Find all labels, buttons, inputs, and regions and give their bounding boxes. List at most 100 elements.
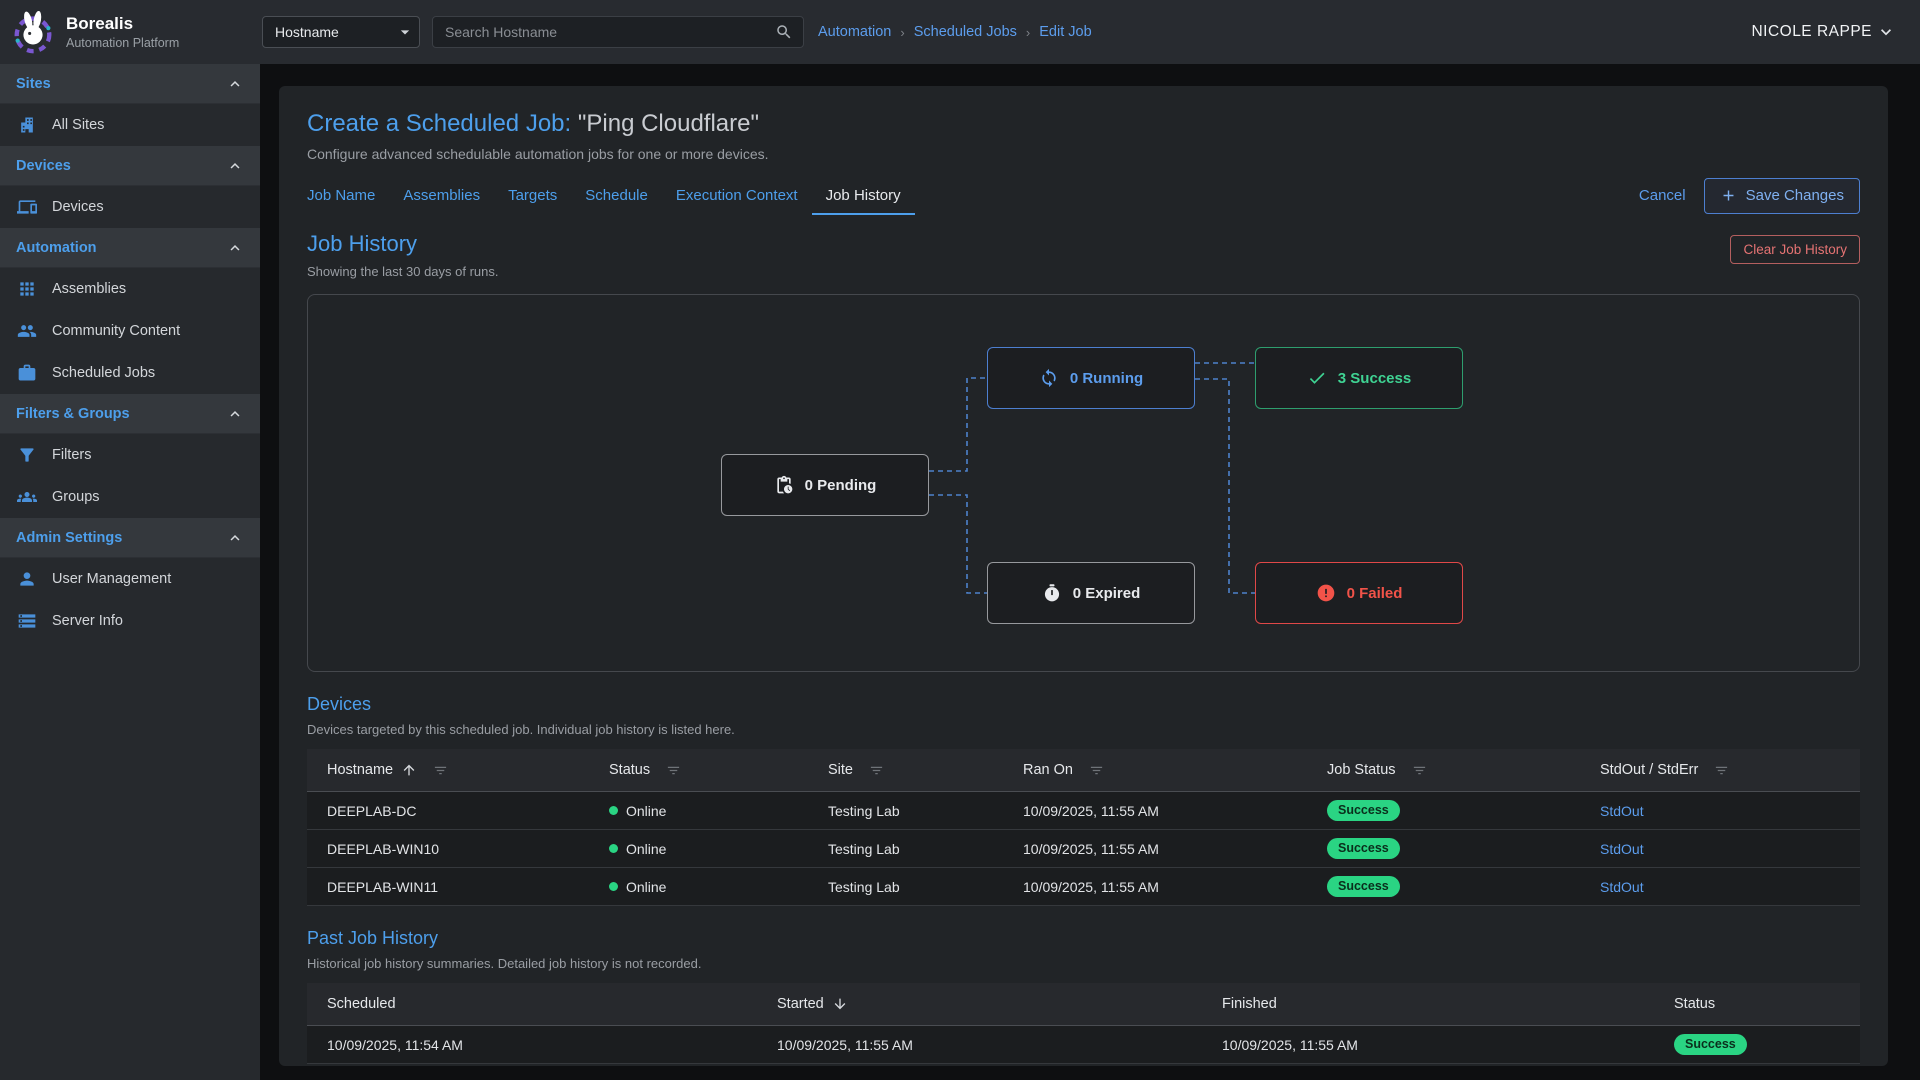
tab-schedule[interactable]: Schedule <box>571 176 662 215</box>
stdout-link[interactable]: StdOut <box>1600 803 1644 819</box>
sidebar-item-community-content[interactable]: Community Content <box>0 310 260 352</box>
past-column-finished[interactable]: Finished <box>1202 996 1654 1012</box>
user-menu[interactable]: NICOLE RAPPE <box>1751 22 1896 42</box>
chevron-up-icon <box>226 75 244 93</box>
sidebar-item-devices[interactable]: Devices <box>0 186 260 228</box>
sidebar-item-groups[interactable]: Groups <box>0 476 260 518</box>
stdout-link[interactable]: StdOut <box>1600 879 1644 895</box>
job-history-header: Job History Showing the last 30 days of … <box>307 231 1860 279</box>
devices-column-stdout-stderr[interactable]: StdOut / StdErr <box>1580 762 1860 778</box>
sort-down-icon <box>832 996 848 1012</box>
status-cell: Online <box>589 841 808 857</box>
success-badge: Success <box>1327 838 1400 859</box>
sidebar-item-label: Community Content <box>52 323 180 339</box>
past-column-started[interactable]: Started <box>757 996 1202 1012</box>
tabs-row: Job NameAssembliesTargetsScheduleExecuti… <box>293 176 1860 215</box>
stdout-link[interactable]: StdOut <box>1600 841 1644 857</box>
past-history-table: ScheduledStartedFinishedStatus 10/09/202… <box>307 983 1860 1064</box>
device-row-deeplab-dc: DEEPLAB-DCOnlineTesting Lab10/09/2025, 1… <box>307 792 1860 830</box>
job-history-subtitle: Showing the last 30 days of runs. <box>307 264 499 279</box>
stdout-cell: StdOut <box>1580 879 1860 895</box>
user-name: NICOLE RAPPE <box>1751 23 1872 41</box>
breadcrumb-separator: › <box>900 25 904 40</box>
column-filter-icon[interactable] <box>433 763 448 778</box>
hostname-select[interactable]: Hostname <box>262 16 420 48</box>
tab-execution-context[interactable]: Execution Context <box>662 176 812 215</box>
community-icon <box>17 321 37 341</box>
column-filter-icon[interactable] <box>869 763 884 778</box>
brand: Borealis Automation Platform <box>0 0 260 64</box>
devices-icon <box>17 197 37 217</box>
page-title: Create a Scheduled Job: "Ping Cloudflare… <box>307 86 1860 138</box>
stdout-cell: StdOut <box>1580 803 1860 819</box>
devices-column-hostname[interactable]: Hostname <box>307 762 589 778</box>
flow-node-failed: 0 Failed <box>1255 562 1463 624</box>
hostname-cell: DEEPLAB-DC <box>307 803 589 819</box>
section-label: Filters & Groups <box>16 406 130 422</box>
section-label: Automation <box>16 240 97 256</box>
past-column-scheduled[interactable]: Scheduled <box>307 996 757 1012</box>
grid-icon <box>17 279 37 299</box>
section-label: Devices <box>16 158 71 174</box>
breadcrumb-link-edit-job[interactable]: Edit Job <box>1039 24 1091 40</box>
breadcrumb-link-automation[interactable]: Automation <box>818 24 891 40</box>
section-label: Admin Settings <box>16 530 122 546</box>
filter-icon <box>17 445 37 465</box>
sidebar-item-filters[interactable]: Filters <box>0 434 260 476</box>
app-root: Borealis Automation Platform Sites All Si… <box>0 0 1920 1080</box>
job-history-title: Job History <box>307 231 499 257</box>
save-changes-button[interactable]: Save Changes <box>1704 178 1860 214</box>
sidebar-section-devices[interactable]: Devices <box>0 146 260 186</box>
dropdown-arrow-icon <box>395 22 415 42</box>
sidebar: Borealis Automation Platform Sites All Si… <box>0 0 260 1080</box>
sidebar-section-automation[interactable]: Automation <box>0 228 260 268</box>
finished-cell: 10/09/2025, 11:55 AM <box>1202 1037 1654 1053</box>
page-subtitle: Configure advanced schedulable automatio… <box>307 146 1860 162</box>
devices-column-ran-on[interactable]: Ran On <box>1003 762 1307 778</box>
clear-job-history-button[interactable]: Clear Job History <box>1730 235 1860 264</box>
sidebar-item-label: Devices <box>52 199 104 215</box>
breadcrumb-separator: › <box>1026 25 1030 40</box>
search-icon[interactable] <box>775 23 793 41</box>
error-icon <box>1316 583 1336 603</box>
hostname-cell: DEEPLAB-WIN11 <box>307 879 589 895</box>
sidebar-section-sites[interactable]: Sites <box>0 64 260 104</box>
sidebar-item-assemblies[interactable]: Assemblies <box>0 268 260 310</box>
site-cell: Testing Lab <box>808 841 1003 857</box>
section-label: Sites <box>16 76 51 92</box>
past-column-status[interactable]: Status <box>1654 996 1860 1012</box>
sidebar-section-filters-groups[interactable]: Filters & Groups <box>0 394 260 434</box>
building-icon <box>17 115 37 135</box>
borealis-rabbit-logo-icon <box>10 9 56 55</box>
devices-column-job-status[interactable]: Job Status <box>1307 762 1580 778</box>
column-filter-icon[interactable] <box>666 763 681 778</box>
breadcrumb-link-scheduled-jobs[interactable]: Scheduled Jobs <box>914 24 1017 40</box>
sidebar-item-user-management[interactable]: User Management <box>0 558 260 600</box>
column-filter-icon[interactable] <box>1412 763 1427 778</box>
column-filter-icon[interactable] <box>1714 763 1729 778</box>
tab-job-name[interactable]: Job Name <box>293 176 389 215</box>
sidebar-item-server-info[interactable]: Server Info <box>0 600 260 642</box>
column-filter-icon[interactable] <box>1089 763 1104 778</box>
sidebar-item-all-sites[interactable]: All Sites <box>0 104 260 146</box>
tab-assemblies[interactable]: Assemblies <box>389 176 494 215</box>
job-status-cell: Success <box>1307 876 1580 897</box>
chevron-down-icon <box>1876 22 1896 42</box>
past-history-row: 10/09/2025, 11:54 AM10/09/2025, 11:55 AM… <box>307 1026 1860 1064</box>
cancel-button[interactable]: Cancel <box>1639 187 1686 204</box>
briefcase-icon <box>17 363 37 383</box>
tab-targets[interactable]: Targets <box>494 176 571 215</box>
hostname-search <box>432 16 804 48</box>
flow-node-expired: 0 Expired <box>987 562 1195 624</box>
sidebar-section-admin-settings[interactable]: Admin Settings <box>0 518 260 558</box>
devices-column-status[interactable]: Status <box>589 762 808 778</box>
online-status-dot <box>609 882 618 891</box>
edit-job-card: Create a Scheduled Job: "Ping Cloudflare… <box>279 86 1888 1066</box>
sidebar-item-scheduled-jobs[interactable]: Scheduled Jobs <box>0 352 260 394</box>
ran-on-cell: 10/09/2025, 11:55 AM <box>1003 803 1307 819</box>
sidebar-nav: Sites All Sites Devices Devices Automation As… <box>0 64 260 642</box>
plus-icon <box>1720 187 1737 204</box>
tab-job-history[interactable]: Job History <box>812 176 915 215</box>
devices-column-site[interactable]: Site <box>808 762 1003 778</box>
search-input[interactable] <box>443 23 775 41</box>
